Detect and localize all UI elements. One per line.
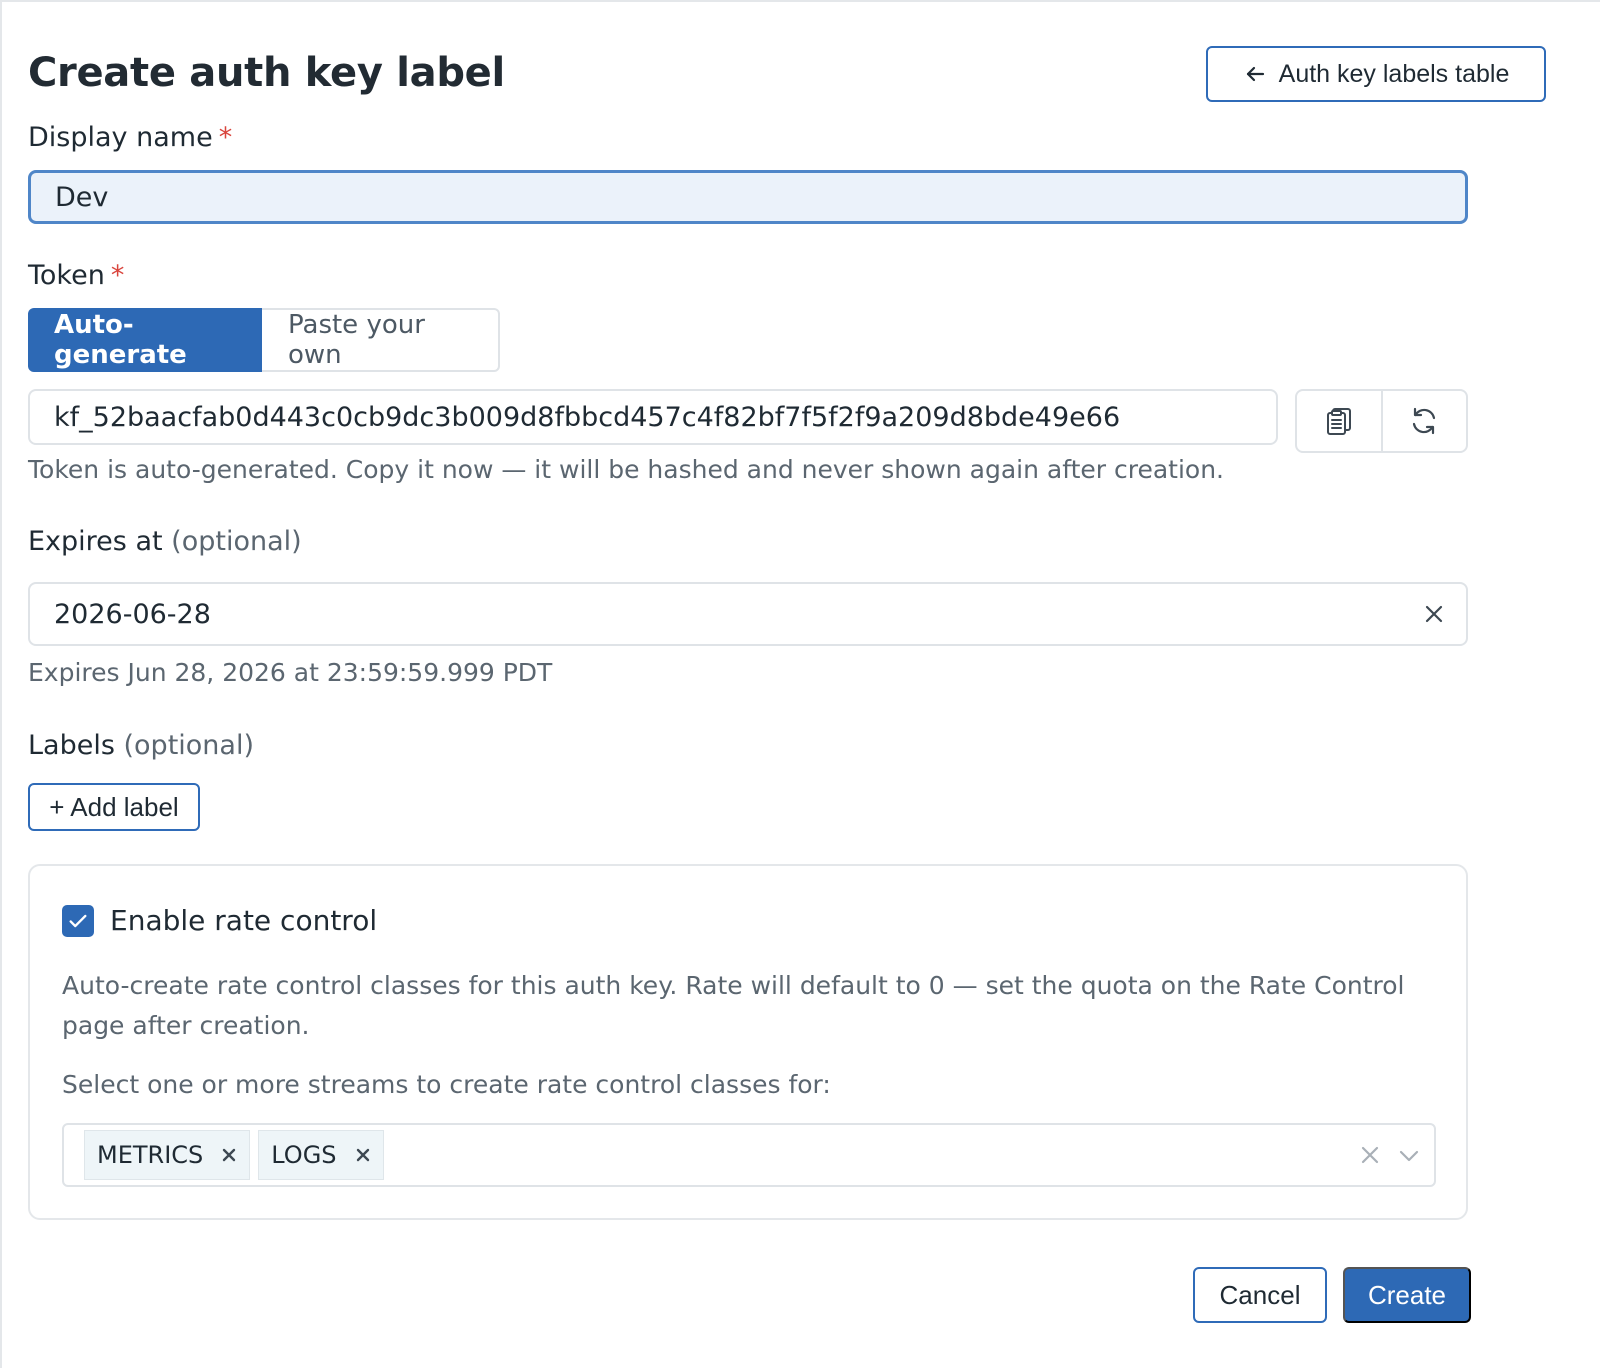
expires-date-input[interactable]: 2026-06-28 bbox=[28, 582, 1468, 646]
token-help-text: Token is auto-generated. Copy it now — i… bbox=[28, 455, 1225, 484]
display-name-value: Dev bbox=[55, 181, 109, 213]
refresh-icon bbox=[1413, 407, 1436, 435]
chip-label: LOGS bbox=[271, 1141, 337, 1169]
enable-rate-control-row: Enable rate control bbox=[62, 904, 377, 937]
remove-chip-icon[interactable] bbox=[355, 1147, 371, 1163]
regenerate-token-button[interactable] bbox=[1380, 391, 1467, 451]
enable-rate-control-checkbox[interactable] bbox=[62, 904, 94, 937]
required-mark: * bbox=[218, 122, 233, 153]
rate-control-description: Auto-create rate control classes for thi… bbox=[62, 971, 1405, 1040]
create-button[interactable]: Create bbox=[1343, 1267, 1471, 1323]
clear-selection-icon[interactable] bbox=[1360, 1145, 1380, 1165]
rate-control-card: Enable rate control Auto-create rate con… bbox=[28, 864, 1468, 1220]
back-to-table-button[interactable]: Auth key labels table bbox=[1206, 46, 1546, 102]
create-auth-key-page: Create auth key label Auth key labels ta… bbox=[0, 0, 1600, 1368]
labels-label: Labels (optional) bbox=[28, 730, 254, 761]
stream-chip-logs: LOGS bbox=[258, 1130, 384, 1180]
token-value: kf_52baacfab0d443c0cb9dc3b009d8fbbcd457c… bbox=[54, 401, 1121, 433]
page-title: Create auth key label bbox=[28, 50, 505, 96]
expires-label: Expires at (optional) bbox=[28, 526, 302, 557]
page-header: Create auth key label Auth key labels ta… bbox=[28, 46, 1546, 102]
token-actions bbox=[1295, 389, 1468, 453]
add-label-button[interactable]: + Add label bbox=[28, 783, 200, 831]
back-button-label: Auth key labels table bbox=[1278, 59, 1510, 88]
checkmark-icon bbox=[69, 914, 87, 927]
chip-label: METRICS bbox=[97, 1141, 204, 1169]
arrow-left-icon bbox=[1246, 66, 1264, 82]
display-name-input[interactable]: Dev bbox=[28, 170, 1468, 224]
optional-hint: (optional) bbox=[171, 526, 302, 557]
streams-prompt: Select one or more streams to create rat… bbox=[62, 1070, 831, 1099]
chevron-down-icon[interactable] bbox=[1398, 1147, 1420, 1165]
streams-multiselect[interactable]: METRICS LOGS bbox=[62, 1123, 1436, 1187]
remove-chip-icon[interactable] bbox=[221, 1147, 237, 1163]
expires-help-text: Expires Jun 28, 2026 at 23:59:59.999 PDT bbox=[28, 658, 553, 687]
token-label: Token * bbox=[28, 260, 125, 291]
clipboard-icon bbox=[1326, 408, 1351, 435]
display-name-label: Display name * bbox=[28, 122, 233, 153]
expires-date-value: 2026-06-28 bbox=[54, 598, 211, 630]
cancel-button[interactable]: Cancel bbox=[1193, 1267, 1327, 1323]
clear-date-icon[interactable] bbox=[1422, 602, 1446, 626]
token-input[interactable]: kf_52baacfab0d443c0cb9dc3b009d8fbbcd457c… bbox=[28, 389, 1278, 445]
optional-hint: (optional) bbox=[123, 730, 255, 761]
copy-token-button[interactable] bbox=[1297, 391, 1381, 451]
stream-chip-metrics: METRICS bbox=[84, 1130, 251, 1180]
required-mark: * bbox=[110, 260, 125, 291]
enable-rate-control-label: Enable rate control bbox=[110, 904, 378, 937]
auto-generate-button[interactable]: Auto-generate bbox=[28, 308, 262, 372]
paste-your-own-button[interactable]: Paste your own bbox=[262, 308, 500, 372]
token-mode-toggle: Auto-generate Paste your own bbox=[28, 308, 500, 372]
